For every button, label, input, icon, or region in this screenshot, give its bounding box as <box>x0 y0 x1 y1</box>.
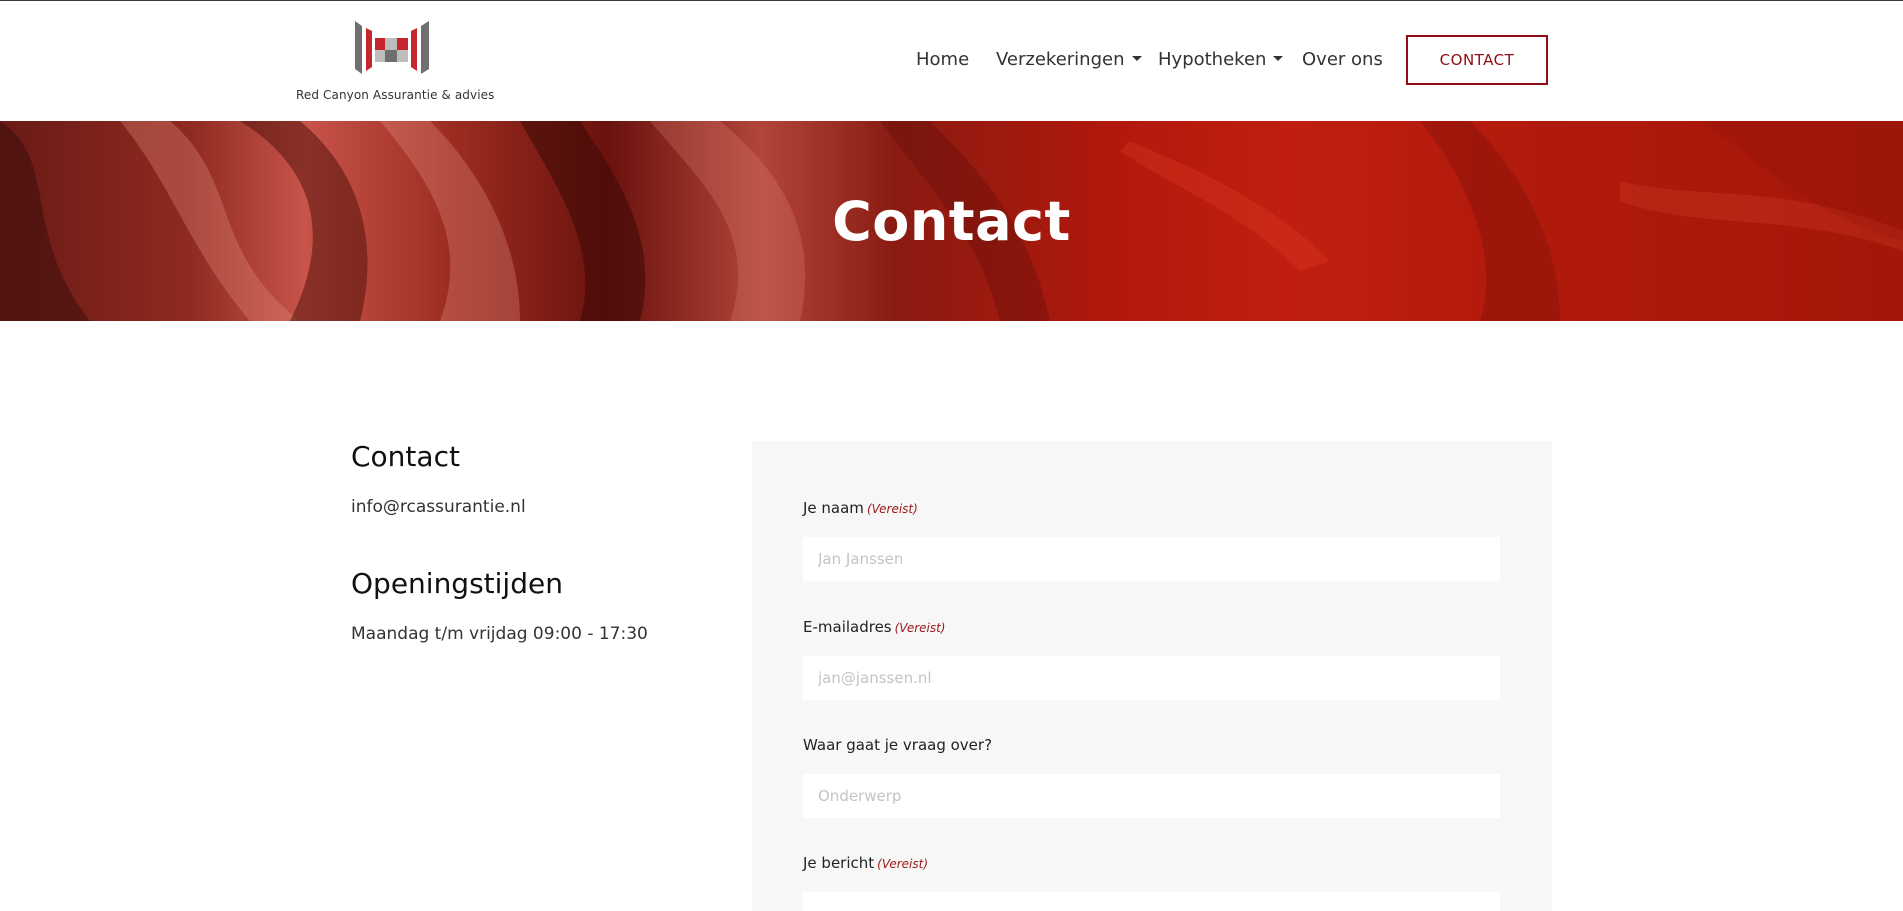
chevron-down-icon <box>1131 56 1142 61</box>
nav-verzekeringen[interactable]: Verzekeringen <box>996 49 1142 70</box>
contact-heading: Contact <box>351 440 460 473</box>
email-input[interactable] <box>803 656 1500 700</box>
nav-hypotheken-label: Hypotheken <box>1158 49 1267 70</box>
nav-verzekeringen-label: Verzekeringen <box>996 49 1125 70</box>
subject-input[interactable] <box>803 774 1500 818</box>
message-label-text: Je bericht <box>803 854 875 872</box>
opening-hours-heading: Openingstijden <box>351 567 563 600</box>
email-label: E-mailadres (Vereist) <box>803 618 945 636</box>
nav-home[interactable]: Home <box>916 49 969 70</box>
contact-form: Je naam(Vereist) E-mailadres(Vereist) Wa… <box>752 441 1552 911</box>
required-marker: (Vereist) <box>866 502 918 516</box>
main-nav: Home Verzekeringen Hypotheken Over ons C… <box>0 1 1903 121</box>
nav-hypotheken[interactable]: Hypotheken <box>1158 49 1284 70</box>
subject-label-text: Waar gaat je vraag over? <box>803 736 993 754</box>
name-label-text: Je naam <box>803 499 864 517</box>
message-textarea[interactable] <box>803 892 1500 911</box>
message-label: Je bericht (Vereist) <box>803 854 928 872</box>
site-header: Red Canyon Assurantie & advies Home Verz… <box>0 1 1903 121</box>
name-label: Je naam (Vereist) <box>803 499 918 517</box>
required-marker: (Vereist) <box>877 857 928 871</box>
page-title: Contact <box>832 189 1071 253</box>
contact-email-link[interactable]: info@rcassurantie.nl <box>351 497 526 517</box>
hero-banner: Contact <box>0 121 1903 321</box>
opening-hours-text: Maandag t/m vrijdag 09:00 - 17:30 <box>351 624 648 644</box>
email-label-text: E-mailadres <box>803 618 892 636</box>
required-marker: (Vereist) <box>894 621 946 635</box>
contact-button[interactable]: CONTACT <box>1406 35 1548 85</box>
nav-over-ons[interactable]: Over ons <box>1302 49 1383 70</box>
subject-label: Waar gaat je vraag over? <box>803 736 992 754</box>
name-input[interactable] <box>803 537 1500 581</box>
chevron-down-icon <box>1273 56 1284 61</box>
